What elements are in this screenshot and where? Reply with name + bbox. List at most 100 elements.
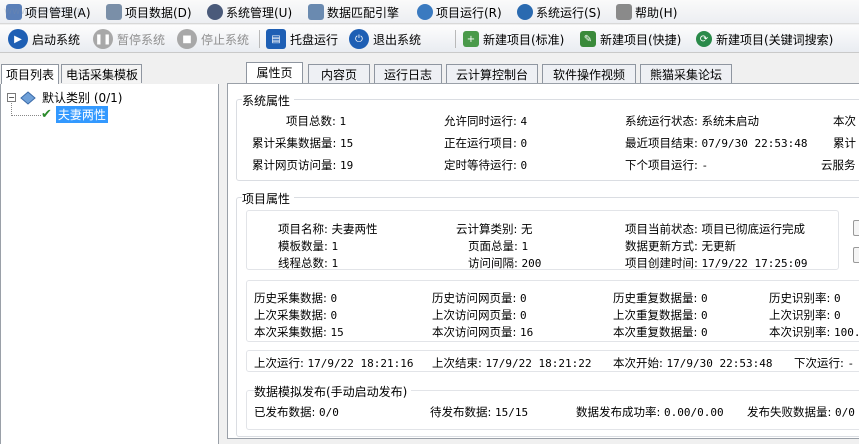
label: 历史访问网页量:	[432, 291, 517, 305]
template-count: 模板数量: 1	[278, 238, 338, 254]
value: 0	[701, 309, 708, 322]
next-project-run: 下个项目运行: -	[625, 157, 708, 173]
value: 0	[330, 292, 338, 305]
value: 17/9/22 18:21:16	[307, 357, 414, 370]
tab-properties[interactable]: 属性页	[246, 62, 303, 84]
next-run-time: 下次运行: -	[794, 355, 854, 371]
pause-system-button[interactable]: ❚❚ 暂停系统	[93, 27, 165, 51]
new-project-quick-button[interactable]: ✎ 新建项目(快捷)	[580, 27, 681, 51]
value: 19	[340, 159, 354, 172]
tree-root-default-category[interactable]: − 默认类别 (0/1)	[7, 89, 123, 106]
label: 上次运行:	[254, 356, 304, 370]
label: 最近项目结束:	[625, 136, 698, 150]
value: 系统未启动	[701, 114, 760, 128]
menu-project-data[interactable]: 项目数据(D)	[106, 3, 192, 21]
value: 0.00/0.00	[664, 406, 724, 419]
label: 项目创建时间:	[625, 256, 698, 270]
new-project-keyword-label: 新建项目(关键词搜索)	[716, 32, 834, 47]
cumulative-truncated: 累计	[833, 136, 856, 150]
label: 正在运行项目:	[444, 136, 517, 150]
visit-interval: 访问间隔: 200	[468, 255, 541, 271]
hist-visit: 历史访问网页量: 0	[432, 290, 527, 306]
stop-system-button[interactable]: ■ 停止系统	[177, 27, 249, 51]
menu-data-matching-engine[interactable]: 数据匹配引擎	[308, 3, 399, 21]
exit-system-button[interactable]: ⏻ 退出系统	[349, 27, 421, 51]
new-project-keyword-button[interactable]: ⟳ 新建项目(关键词搜索)	[696, 27, 833, 51]
pause-system-label: 暂停系统	[117, 32, 166, 47]
label: 上次重复数据量:	[613, 308, 698, 322]
value: 15/15	[495, 406, 529, 419]
label: 下个项目运行:	[625, 158, 698, 172]
label: 下次运行:	[794, 356, 844, 370]
new-project-quick-label: 新建项目(快捷)	[600, 32, 682, 47]
cur-dup: 本次重复数据量: 0	[613, 324, 708, 340]
tab-cloud-console[interactable]: 云计算控制台	[446, 64, 538, 83]
tab-project-list[interactable]: 项目列表	[1, 64, 59, 84]
value: 1	[339, 115, 347, 128]
value: 0	[701, 326, 708, 339]
toolbar: ▶ 启动系统 ❚❚ 暂停系统 ■ 停止系统 ▤ 托盘运行 ⏻ 退出系统 + 新建…	[0, 25, 859, 53]
value: 0	[330, 309, 338, 322]
tab-software-video[interactable]: 软件操作视频	[542, 64, 636, 83]
label: 数据发布成功率:	[576, 405, 661, 419]
label: 上次结束:	[432, 356, 482, 370]
collapse-icon[interactable]: −	[7, 93, 16, 102]
toolbar-separator	[259, 30, 260, 48]
menu-project-run[interactable]: 项目运行(R)	[417, 3, 502, 21]
menu-project-management[interactable]: 项目管理(A)	[6, 3, 91, 21]
side-button[interactable]	[853, 220, 859, 236]
value: 无更新	[701, 239, 737, 253]
gear-icon	[207, 4, 223, 20]
value: 无	[521, 222, 533, 236]
publish-title: 数据模拟发布(手动启动发布)	[254, 383, 412, 400]
pause-icon: ❚❚	[93, 29, 113, 49]
new-project-standard-button[interactable]: + 新建项目(标准)	[463, 27, 564, 51]
value: 0	[520, 292, 527, 305]
label: 项目名称:	[278, 222, 328, 236]
stop-system-label: 停止系统	[201, 32, 250, 47]
tree-item-label: 夫妻两性	[55, 106, 108, 123]
project-name: 项目名称: 夫妻两性	[278, 221, 378, 237]
next-truncated: 本次	[833, 114, 856, 128]
label: 累计采集数据量:	[252, 136, 337, 150]
value: 夫妻两性	[331, 222, 378, 236]
label: 已发布数据:	[254, 405, 316, 419]
exit-system-label: 退出系统	[373, 32, 422, 47]
value: 0/0	[835, 406, 855, 419]
cur-rate: 本次识别率: 100.	[769, 324, 859, 340]
stop-icon: ■	[177, 29, 197, 49]
tab-run-log[interactable]: 运行日志	[374, 64, 442, 83]
tab-panda-forum[interactable]: 熊猫采集论坛	[640, 64, 732, 83]
menu-system-run[interactable]: 系统运行(S)	[517, 3, 601, 21]
start-system-button[interactable]: ▶ 启动系统	[8, 27, 80, 51]
value: 0/0	[319, 406, 339, 419]
menu-label: 系统运行(S)	[536, 5, 601, 20]
hist-dup: 历史重复数据量: 0	[613, 290, 708, 306]
system-status: 系统运行状态: 系统未启动	[625, 113, 759, 129]
system-properties-title: 系统属性	[242, 92, 295, 109]
side-button[interactable]	[853, 247, 859, 263]
run-icon	[417, 4, 433, 20]
timed-wait: 定时等待运行: 0	[444, 157, 527, 173]
cumulative-visits: 累计网页访问量: 19	[252, 157, 353, 173]
running-projects: 正在运行项目: 0	[444, 135, 527, 151]
publish-success-rate: 数据发布成功率: 0.00/0.00	[576, 404, 724, 420]
created-time: 项目创建时间: 17/9/22 17:25:09	[625, 255, 808, 271]
label: 上次访问网页量:	[432, 308, 517, 322]
menu-system-management[interactable]: 系统管理(U)	[207, 3, 292, 21]
label: 累计网页访问量:	[252, 158, 337, 172]
label: 发布失败数据量:	[747, 405, 832, 419]
value: 200	[521, 257, 542, 270]
published-data: 已发布数据: 0/0	[254, 404, 339, 420]
tab-phone-template[interactable]: 电话采集模板	[61, 64, 142, 83]
value: 15	[340, 137, 354, 150]
label: 允许同时运行:	[444, 114, 517, 128]
tree-item-project[interactable]: ✔ 夫妻两性	[41, 106, 108, 123]
value: 1	[331, 257, 339, 270]
tab-content[interactable]: 内容页	[308, 64, 370, 83]
value: 17/9/22 17:25:09	[701, 257, 808, 270]
tree-root-label: 默认类别 (0/1)	[42, 91, 123, 105]
value: -	[847, 357, 855, 370]
tray-run-button[interactable]: ▤ 托盘运行	[266, 27, 338, 51]
menu-help[interactable]: 帮助(H)	[616, 3, 677, 21]
